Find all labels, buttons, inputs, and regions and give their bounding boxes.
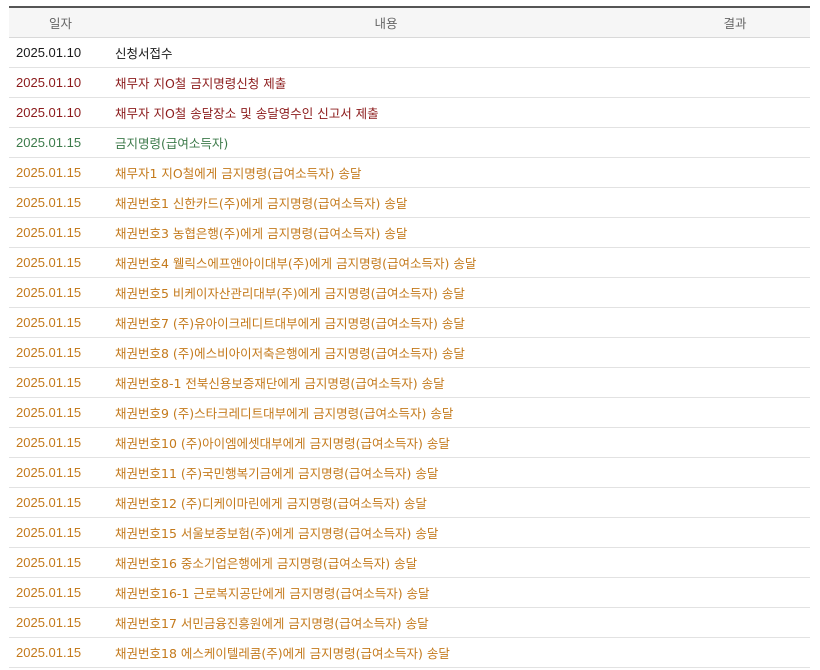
row-date: 2025.01.15 — [9, 307, 112, 338]
row-date: 2025.01.15 — [9, 547, 112, 578]
row-content: 채권번호8-1 전북신용보증재단에게 금지명령(급여소득자) 송달 — [112, 367, 660, 398]
row-result — [660, 307, 810, 338]
row-result — [660, 637, 810, 668]
row-content: 신청서접수 — [112, 37, 660, 68]
row-result — [660, 487, 810, 518]
row-result — [660, 517, 810, 548]
row-result — [660, 247, 810, 278]
table-row: 2025.01.15 채권번호1 신한카드(주)에게 금지명령(급여소득자) 송달 — [9, 187, 810, 218]
table-row: 2025.01.15 채권번호17 서민금융진흥원에게 금지명령(급여소득자) 송… — [9, 607, 810, 638]
row-result — [660, 217, 810, 248]
table-row: 2025.01.15 채권번호11 (주)국민행복기금에게 금지명령(급여소득자)… — [9, 457, 810, 488]
row-date: 2025.01.15 — [9, 217, 112, 248]
header-row: 일자 내용 결과 — [9, 7, 810, 38]
table-row: 2025.01.15 채권번호12 (주)디케이마린에게 금지명령(급여소득자) … — [9, 487, 810, 518]
table-row: 2025.01.15 채권번호3 농협은행(주)에게 금지명령(급여소득자) 송달 — [9, 217, 810, 248]
table-body: 2025.01.10 신청서접수 2025.01.10 채무자 지O철 금지명령신청 … — [9, 37, 810, 668]
row-date: 2025.01.15 — [9, 337, 112, 368]
row-content: 채권번호15 서울보증보험(주)에게 금지명령(급여소득자) 송달 — [112, 517, 660, 548]
row-result — [660, 97, 810, 128]
row-result — [660, 337, 810, 368]
row-content: 채권번호17 서민금융진흥원에게 금지명령(급여소득자) 송달 — [112, 607, 660, 638]
row-result — [660, 427, 810, 458]
row-content: 채권번호4 웰릭스에프앤아이대부(주)에게 금지명령(급여소득자) 송달 — [112, 247, 660, 278]
table-row: 2025.01.15 채권번호8 (주)에스비아이저축은행에게 금지명령(급여소득… — [9, 337, 810, 368]
row-content: 채권번호16 중소기업은행에게 금지명령(급여소득자) 송달 — [112, 547, 660, 578]
row-content: 채권번호3 농협은행(주)에게 금지명령(급여소득자) 송달 — [112, 217, 660, 248]
row-content: 채권번호9 (주)스타크레디트대부에게 금지명령(급여소득자) 송달 — [112, 397, 660, 428]
row-content: 채무자 지O철 금지명령신청 제출 — [112, 67, 660, 98]
row-content: 금지명령(급여소득자) — [112, 127, 660, 158]
table-row: 2025.01.15 채권번호15 서울보증보험(주)에게 금지명령(급여소득자)… — [9, 517, 810, 548]
row-date: 2025.01.15 — [9, 457, 112, 488]
case-progress-panel: 일자 내용 결과 2025.01.10 신청서접수 2025.01.10 채무자 지O… — [9, 6, 810, 668]
row-date: 2025.01.15 — [9, 577, 112, 608]
row-date: 2025.01.15 — [9, 127, 112, 158]
header-date: 일자 — [9, 7, 112, 38]
row-date: 2025.01.10 — [9, 97, 112, 128]
table-row: 2025.01.15 채권번호10 (주)아이엠에셋대부에게 금지명령(급여소득자… — [9, 427, 810, 458]
row-result — [660, 37, 810, 68]
row-result — [660, 127, 810, 158]
row-date: 2025.01.15 — [9, 187, 112, 218]
table-header: 일자 내용 결과 — [9, 7, 810, 38]
row-date: 2025.01.15 — [9, 607, 112, 638]
header-result: 결과 — [660, 7, 810, 38]
row-content: 채권번호16-1 근로복지공단에게 금지명령(급여소득자) 송달 — [112, 577, 660, 608]
table-row: 2025.01.15 금지명령(급여소득자) — [9, 127, 810, 158]
table-row: 2025.01.15 채권번호8-1 전북신용보증재단에게 금지명령(급여소득자)… — [9, 367, 810, 398]
row-content: 채권번호10 (주)아이엠에셋대부에게 금지명령(급여소득자) 송달 — [112, 427, 660, 458]
row-result — [660, 397, 810, 428]
row-result — [660, 547, 810, 578]
row-date: 2025.01.15 — [9, 517, 112, 548]
row-date: 2025.01.15 — [9, 487, 112, 518]
row-content: 채무자1 지O철에게 금지명령(급여소득자) 송달 — [112, 157, 660, 188]
table-row: 2025.01.15 채권번호4 웰릭스에프앤아이대부(주)에게 금지명령(급여소… — [9, 247, 810, 278]
table-row: 2025.01.15 채권번호9 (주)스타크레디트대부에게 금지명령(급여소득자… — [9, 397, 810, 428]
row-content: 채권번호12 (주)디케이마린에게 금지명령(급여소득자) 송달 — [112, 487, 660, 518]
row-content: 채권번호18 에스케이텔레콤(주)에게 금지명령(급여소득자) 송달 — [112, 637, 660, 668]
table-row: 2025.01.15 채권번호7 (주)유아이크레디트대부에게 금지명령(급여소득… — [9, 307, 810, 338]
row-content: 채권번호8 (주)에스비아이저축은행에게 금지명령(급여소득자) 송달 — [112, 337, 660, 368]
table-row: 2025.01.15 채권번호18 에스케이텔레콤(주)에게 금지명령(급여소득자… — [9, 637, 810, 668]
row-date: 2025.01.15 — [9, 637, 112, 668]
table-row: 2025.01.10 채무자 지O철 금지명령신청 제출 — [9, 67, 810, 98]
row-result — [660, 277, 810, 308]
row-result — [660, 577, 810, 608]
row-content: 채권번호7 (주)유아이크레디트대부에게 금지명령(급여소득자) 송달 — [112, 307, 660, 338]
row-content: 채권번호5 비케이자산관리대부(주)에게 금지명령(급여소득자) 송달 — [112, 277, 660, 308]
row-date: 2025.01.15 — [9, 157, 112, 188]
table-row: 2025.01.15 채무자1 지O철에게 금지명령(급여소득자) 송달 — [9, 157, 810, 188]
row-result — [660, 187, 810, 218]
row-result — [660, 67, 810, 98]
row-date: 2025.01.15 — [9, 247, 112, 278]
table-row: 2025.01.15 채권번호16 중소기업은행에게 금지명령(급여소득자) 송달 — [9, 547, 810, 578]
table-row: 2025.01.10 신청서접수 — [9, 37, 810, 68]
row-result — [660, 607, 810, 638]
header-content: 내용 — [112, 7, 660, 38]
row-date: 2025.01.15 — [9, 367, 112, 398]
table-row: 2025.01.15 채권번호16-1 근로복지공단에게 금지명령(급여소득자) … — [9, 577, 810, 608]
table-row: 2025.01.15 채권번호5 비케이자산관리대부(주)에게 금지명령(급여소득… — [9, 277, 810, 308]
row-date: 2025.01.10 — [9, 37, 112, 68]
row-result — [660, 367, 810, 398]
row-result — [660, 157, 810, 188]
case-progress-table: 일자 내용 결과 2025.01.10 신청서접수 2025.01.10 채무자 지O… — [9, 6, 810, 668]
row-result — [660, 457, 810, 488]
row-content: 채권번호1 신한카드(주)에게 금지명령(급여소득자) 송달 — [112, 187, 660, 218]
row-date: 2025.01.15 — [9, 277, 112, 308]
table-row: 2025.01.10 채무자 지O철 송달장소 및 송달영수인 신고서 제출 — [9, 97, 810, 128]
row-date: 2025.01.10 — [9, 67, 112, 98]
row-content: 채권번호11 (주)국민행복기금에게 금지명령(급여소득자) 송달 — [112, 457, 660, 488]
row-content: 채무자 지O철 송달장소 및 송달영수인 신고서 제출 — [112, 97, 660, 128]
row-date: 2025.01.15 — [9, 427, 112, 458]
row-date: 2025.01.15 — [9, 397, 112, 428]
